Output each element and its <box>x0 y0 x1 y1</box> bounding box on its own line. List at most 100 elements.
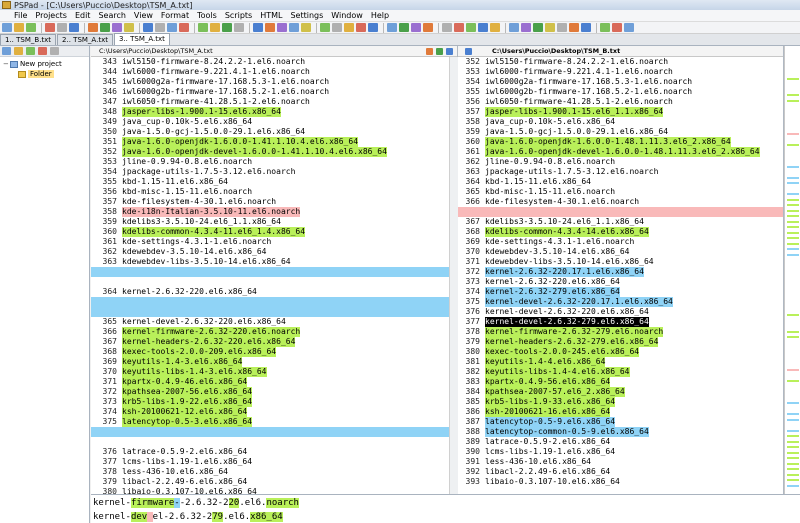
diff-marker[interactable] <box>787 226 799 228</box>
diff-line[interactable]: 375 kernel-devel-2.6.32-220.17.1.el6.x86_… <box>458 297 783 307</box>
toolbar-tool-icon[interactable] <box>612 23 622 32</box>
diff-line[interactable]: 368 kdelibs-common-4.3.4-14.el6.x86_64 <box>458 227 783 237</box>
toolbar-tool-icon[interactable] <box>533 23 543 32</box>
diff-line[interactable]: 354 jpackage-utils-1.7.5-3.12.el6.noarch <box>91 167 457 177</box>
menu-html[interactable]: HTML <box>256 11 286 20</box>
diff-line[interactable]: 390 lcms-libs-1.19-1.el6.x86_64 <box>458 447 783 457</box>
diff-marker[interactable] <box>787 231 799 234</box>
diff-marker[interactable] <box>787 479 799 481</box>
diff-marker[interactable] <box>787 248 799 250</box>
diff-line[interactable]: 391 less-436-10.el6.x86_64 <box>458 457 783 467</box>
diff-line[interactable]: 393 libaio-0.3.107-10.el6.x86_64 <box>458 477 783 487</box>
diff-line[interactable]: 365 kernel-devel-2.6.32-220.el6.x86_64 <box>91 317 457 327</box>
menu-search[interactable]: Search <box>94 11 129 20</box>
menu-window[interactable]: Window <box>327 11 367 20</box>
toolbar-tool-icon[interactable] <box>124 23 134 32</box>
diff-line[interactable]: 388 latencytop-common-0.5-9.el6.x86_64 <box>458 427 783 437</box>
toolbar-tool-icon[interactable] <box>569 23 579 32</box>
toolbar-tool-icon[interactable] <box>332 23 342 32</box>
toolbar-tool-icon[interactable] <box>112 23 122 32</box>
prev-diff-icon[interactable] <box>465 47 472 55</box>
diff-marker[interactable] <box>787 132 799 135</box>
diff-line[interactable]: 358 kde-i18n-Italian-3.5.10-11.el6.noarch <box>91 207 457 217</box>
diff-marker[interactable] <box>787 94 799 96</box>
toolbar-tool-icon[interactable] <box>143 23 153 32</box>
diff-line[interactable]: 369 keyutils-1.4-3.el6.x86_64 <box>91 357 457 367</box>
right-diff-pane[interactable]: C:\Users\Puccio\Desktop\TSM_B.txt 352 iwl… <box>458 46 784 494</box>
toolbar-tool-icon[interactable] <box>521 23 531 32</box>
diff-line[interactable] <box>91 307 457 317</box>
diff-marker[interactable] <box>787 418 799 421</box>
diff-line[interactable]: 381 keyutils-1.4-4.el6.x86_64 <box>458 357 783 367</box>
toolbar-tool-icon[interactable] <box>466 23 476 32</box>
settings-icon[interactable] <box>50 47 59 55</box>
menu-format[interactable]: Format <box>157 11 193 20</box>
toolbar-tool-icon[interactable] <box>69 23 79 32</box>
document-tab[interactable]: 2.. TSM_A.txt <box>57 34 113 45</box>
toolbar-tool-icon[interactable] <box>253 23 263 32</box>
diff-marker[interactable] <box>787 193 799 195</box>
toolbar-tool-icon[interactable] <box>167 23 177 32</box>
diff-line[interactable]: 371 kpartx-0.4.9-46.el6.x86_64 <box>91 377 457 387</box>
open-folder-icon[interactable] <box>14 47 23 55</box>
toolbar-tool-icon[interactable] <box>442 23 452 32</box>
diff-line[interactable]: 368 kexec-tools-2.0.0-209.el6.x86_64 <box>91 347 457 357</box>
menu-tools[interactable]: Tools <box>193 11 221 20</box>
diff-marker[interactable] <box>787 220 799 223</box>
toolbar-tool-icon[interactable] <box>624 23 634 32</box>
diff-line[interactable]: 366 kernel-firmware-2.6.32-220.el6.noarch <box>91 327 457 337</box>
toolbar-tool-icon[interactable] <box>581 23 591 32</box>
toolbar-tool-icon[interactable] <box>234 23 244 32</box>
diff-line[interactable]: 362 kdewebdev-3.5.10-14.el6.x86_64 <box>91 247 457 257</box>
diff-line[interactable] <box>91 437 457 447</box>
toolbar-tool-icon[interactable] <box>198 23 208 32</box>
toolbar-tool-icon[interactable] <box>399 23 409 32</box>
diff-line[interactable]: 357 jasper-libs-1.900.1-15.el6_1.1.x86_64 <box>458 107 783 117</box>
diff-marker[interactable] <box>787 204 799 206</box>
diff-line[interactable]: 347 iwl6050-firmware-41.28.5.1-2.el6.noar… <box>91 97 457 107</box>
diff-line[interactable]: 352 java-1.6.0-openjdk-devel-1.6.0.0-1.41… <box>91 147 457 157</box>
toolbar-tool-icon[interactable] <box>600 23 610 32</box>
diff-line[interactable]: 372 kernel-2.6.32-220.17.1.el6.x86_64 <box>458 267 783 277</box>
menu-settings[interactable]: Settings <box>286 11 327 20</box>
toolbar-tool-icon[interactable] <box>454 23 464 32</box>
diff-line[interactable]: 349 java_cup-0.10k-5.el6.x86_64 <box>91 117 457 127</box>
diff-marker[interactable] <box>787 473 799 476</box>
diff-line[interactable]: 354 iwl6000g2a-firmware-17.168.5.3-1.el6.… <box>458 77 783 87</box>
diff-marker[interactable] <box>787 99 799 102</box>
diff-marker[interactable] <box>787 165 799 168</box>
menu-projects[interactable]: Projects <box>31 11 71 20</box>
diff-marker[interactable] <box>787 253 799 256</box>
diff-marker[interactable] <box>787 336 799 338</box>
diff-line[interactable]: 360 java-1.6.0-openjdk-1.6.0.0-1.48.1.11.… <box>458 137 783 147</box>
toolbar-tool-icon[interactable] <box>88 23 98 32</box>
toolbar-tool-icon[interactable] <box>26 23 36 32</box>
diff-marker[interactable] <box>787 242 799 245</box>
document-tab[interactable]: 1.. TSM_B.txt <box>0 34 57 45</box>
diff-line[interactable]: 343 iwl5150-firmware-8.24.2.2-1.el6.noarc… <box>91 57 457 67</box>
diff-line[interactable]: 382 keyutils-libs-1.4-4.el6.x86_64 <box>458 367 783 377</box>
toolbar-tool-icon[interactable] <box>344 23 354 32</box>
diff-line[interactable]: 358 java_cup-0.10k-5.el6.x86_64 <box>458 117 783 127</box>
diff-marker[interactable] <box>787 215 799 217</box>
diff-line[interactable]: 383 kpartx-0.4.9-56.el6.x86_64 <box>458 377 783 387</box>
diff-line[interactable]: 367 kdelibs3-3.5.10-24.el6_1.1.x86_64 <box>458 217 783 227</box>
diff-line[interactable]: 353 iwl6000-firmware-9.221.4.1-1.el6.noar… <box>458 67 783 77</box>
diff-line[interactable] <box>91 297 457 307</box>
diff-marker[interactable] <box>787 330 799 333</box>
toolbar-tool-icon[interactable] <box>356 23 366 32</box>
diff-line[interactable]: 346 iwl6000g2b-firmware-17.168.5.2-1.el6.… <box>91 87 457 97</box>
toolbar-tool-icon[interactable] <box>100 23 110 32</box>
diff-line[interactable]: 366 kde-filesystem-4-30.1.el6.noarch <box>458 197 783 207</box>
toolbar-tool-icon[interactable] <box>387 23 397 32</box>
diff-line[interactable]: 380 libaio-0.3.107-10.el6.x86_64 <box>91 487 457 494</box>
diff-line[interactable]: 351 java-1.6.0-openjdk-1.6.0.0-1.41.1.10.… <box>91 137 457 147</box>
remove-icon[interactable] <box>38 47 47 55</box>
diff-marker[interactable] <box>787 77 799 80</box>
diff-line[interactable]: 356 iwl6050-firmware-41.28.5.1-2.el6.noar… <box>458 97 783 107</box>
diff-marker[interactable] <box>787 198 799 201</box>
diff-line[interactable]: 350 java-1.5.0-gcj-1.5.0.0-29.1.el6.x86_6… <box>91 127 457 137</box>
left-scrollbar[interactable] <box>449 57 458 494</box>
diff-line[interactable]: 359 kdelibs3-3.5.10-24.el6_1.1.x86_64 <box>91 217 457 227</box>
diff-line[interactable]: 378 kernel-firmware-2.6.32-279.el6.noarch <box>458 327 783 337</box>
